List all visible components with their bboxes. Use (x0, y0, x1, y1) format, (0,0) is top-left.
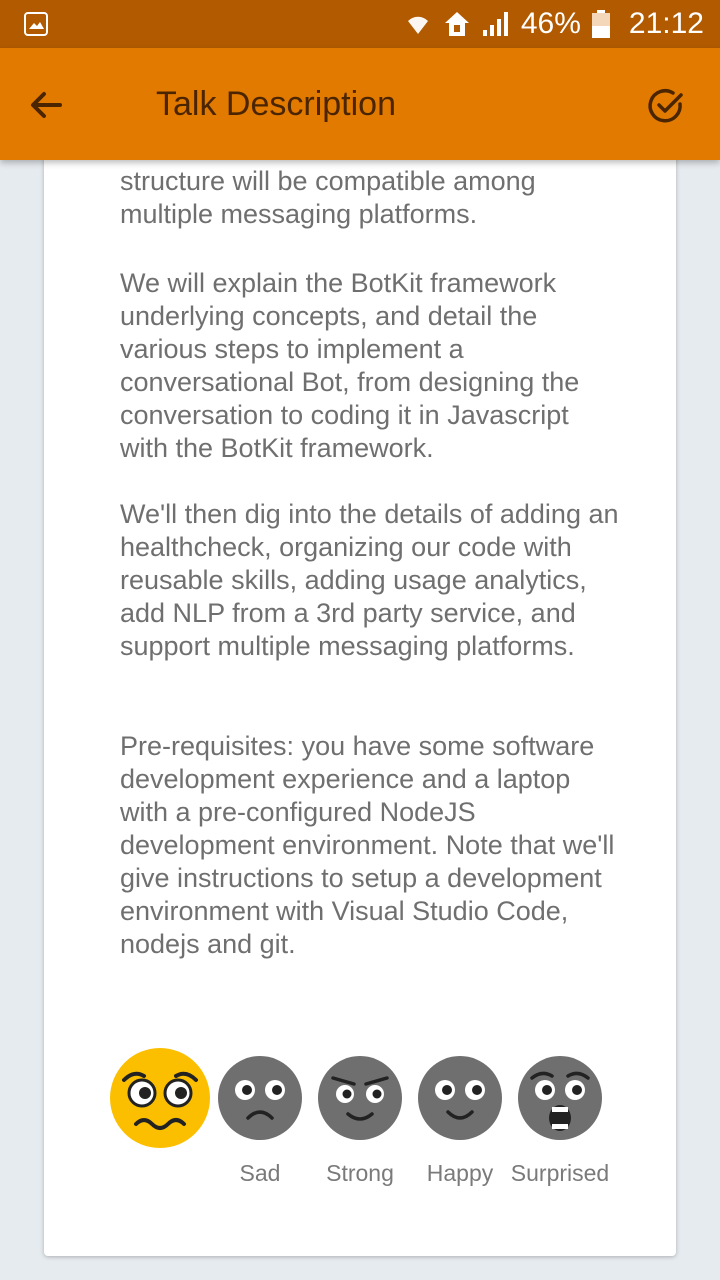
home-network-icon (444, 12, 469, 36)
status-bar: 46% 21:12 (0, 0, 720, 48)
signal-icon (482, 12, 508, 36)
sad-face-icon (218, 1056, 302, 1140)
emotion-label: Surprised (510, 1160, 610, 1186)
back-arrow-icon[interactable] (24, 83, 68, 127)
emotion-surprised-button[interactable]: Surprised (510, 1056, 610, 1187)
check-circle-icon[interactable] (646, 86, 686, 126)
talk-description-card: create conversational bots whose structu… (44, 120, 676, 1256)
worried-face-icon (110, 1048, 210, 1148)
description-paragraph: Pre-requisites: you have some software d… (120, 731, 615, 959)
emotion-label: Happy (426, 1160, 494, 1186)
emotion-label: Sad (239, 1160, 281, 1186)
app-bar: Talk Description (0, 48, 720, 160)
battery-icon (591, 10, 610, 38)
page-title: Talk Description (156, 85, 396, 123)
battery-percent: 46% (520, 7, 581, 40)
emotion-label: Strong (326, 1160, 394, 1186)
description-paragraph: We'll then dig into the details of addin… (120, 499, 619, 661)
happy-face-icon (418, 1056, 502, 1140)
wifi-icon (407, 16, 428, 34)
image-notification-icon (24, 12, 48, 36)
emotion-strong-button[interactable]: Strong (310, 1056, 410, 1187)
emotion-happy-button[interactable]: Happy (410, 1056, 510, 1187)
description-paragraph: We will explain the BotKit framework und… (120, 268, 580, 463)
emotion-sad-button[interactable]: Sad (210, 1056, 310, 1187)
surprised-face-icon (518, 1056, 602, 1140)
strong-face-icon (318, 1056, 402, 1140)
clock: 21:12 (628, 7, 704, 40)
emotion-worried-button[interactable] (110, 1048, 210, 1168)
